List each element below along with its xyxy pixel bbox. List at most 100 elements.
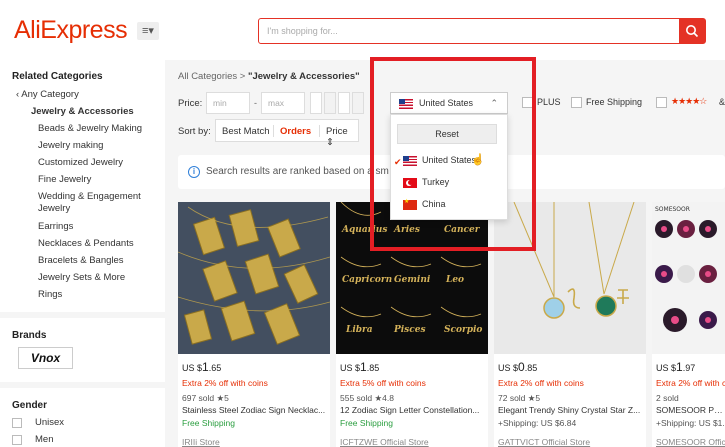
price-dash: -: [254, 98, 257, 108]
category-item-continued[interactable]: Jewelry: [38, 203, 70, 214]
product-card[interactable]: Aquarius Aries Cancer Capricorn Gemini Leo L…: [336, 202, 488, 447]
divider: [319, 125, 320, 137]
any-category-label: Any Category: [21, 89, 79, 100]
product-shipping: +Shipping: US $6.84: [498, 418, 577, 428]
product-discount: Extra 5% off with coins: [340, 378, 426, 388]
sort-price[interactable]: Price ⇕: [326, 126, 358, 148]
hand-cursor-icon: ☝: [471, 154, 485, 166]
svg-text:Aquarius: Aquarius: [341, 225, 387, 235]
unisex-checkbox[interactable]: [12, 418, 22, 428]
reset-button[interactable]: Reset: [397, 124, 497, 144]
product-title[interactable]: Elegant Trendy Shiny Crystal Star Z...: [498, 405, 644, 415]
product-image[interactable]: SOMESOOR: [652, 202, 725, 354]
ship-from-option-turkey[interactable]: Turkey: [403, 177, 449, 188]
price-min-input[interactable]: min: [206, 92, 250, 114]
check-icon: ✔: [394, 157, 402, 167]
product-price: US $1.65: [182, 360, 222, 374]
us-flag-icon: [399, 98, 413, 109]
product-title[interactable]: Stainless Steel Zodiac Sign Necklac...: [182, 405, 328, 415]
breadcrumb-current: "Jewelry & Accessories": [247, 71, 360, 82]
category-item[interactable]: Fine Jewelry: [38, 174, 91, 185]
product-price: US $1.97: [656, 360, 696, 374]
divider: [0, 312, 165, 318]
ship-from-option-united-states[interactable]: United States: [403, 155, 476, 166]
option-label: Turkey: [422, 177, 450, 187]
related-categories-title: Related Categories: [12, 71, 103, 82]
aliexpress-logo[interactable]: AliExpress: [14, 16, 128, 45]
product-store-link[interactable]: ICFTZWE Official Store: [340, 437, 429, 447]
view-toggle[interactable]: [352, 92, 364, 114]
product-shipping: Free Shipping: [340, 418, 393, 428]
product-discount: Extra 2% off with coins: [656, 378, 725, 388]
category-item[interactable]: Earrings: [38, 221, 73, 232]
men-checkbox[interactable]: [12, 435, 22, 445]
chevron-up-icon: ⌃: [490, 98, 498, 108]
price-max-input[interactable]: max: [261, 92, 305, 114]
product-store-link[interactable]: IRIIi Store: [182, 437, 220, 447]
any-category-link[interactable]: ‹ Any Category: [16, 89, 79, 100]
category-item[interactable]: Beads & Jewelry Making: [38, 123, 142, 134]
search-input[interactable]: [267, 23, 667, 39]
product-card[interactable]: US $0.85 Extra 2% off with coins 72 sold…: [494, 202, 646, 447]
rating-suffix: &: [719, 97, 725, 107]
category-item[interactable]: Rings: [38, 289, 62, 300]
product-store-link[interactable]: GATTVICT Official Store: [498, 437, 590, 447]
ship-from-select[interactable]: United States ⌃: [390, 92, 508, 114]
rating-checkbox[interactable]: [656, 97, 667, 108]
view-toggle[interactable]: [310, 92, 322, 114]
product-sold: 697 sold ★5: [182, 393, 229, 403]
brand-vnox-logo[interactable]: Vnox: [18, 347, 73, 369]
category-item[interactable]: Jewelry making: [38, 140, 103, 151]
product-card[interactable]: SOMESOOR US $1.97 Extra 2% off with coin…: [652, 202, 725, 447]
svg-text:Libra: Libra: [345, 325, 373, 335]
option-label: United States: [422, 155, 477, 165]
category-item[interactable]: Wedding & Engagement: [38, 191, 141, 202]
free-shipping-label: Free Shipping: [586, 97, 643, 107]
category-item[interactable]: Bracelets & Bangles: [38, 255, 124, 266]
category-current[interactable]: Jewelry & Accessories: [31, 106, 134, 117]
sort-orders[interactable]: Orders: [280, 126, 311, 137]
plus-checkbox[interactable]: [522, 97, 533, 108]
price-label: Price:: [178, 98, 203, 109]
gender-option-men[interactable]: Men: [35, 434, 53, 445]
svg-text:Leo: Leo: [445, 275, 464, 285]
main-content: All Categories > "Jewelry & Accessories"…: [166, 60, 725, 447]
view-toggle[interactable]: [338, 92, 350, 114]
category-item[interactable]: Necklaces & Pendants: [38, 238, 134, 249]
product-image[interactable]: [494, 202, 646, 354]
free-shipping-checkbox[interactable]: [571, 97, 582, 108]
product-image[interactable]: Aquarius Aries Cancer Capricorn Gemini Leo L…: [336, 202, 488, 354]
ship-from-selected: United States: [419, 98, 474, 108]
left-sidebar: Related Categories ‹ Any Category Jewelr…: [0, 60, 165, 447]
breadcrumb: All Categories > "Jewelry & Accessories": [178, 71, 360, 82]
svg-text:SOMESOOR: SOMESOOR: [655, 206, 690, 213]
ship-from-option-china[interactable]: China: [403, 198, 446, 210]
product-price: US $1.85: [340, 360, 380, 374]
category-item[interactable]: Customized Jewelry: [38, 157, 123, 168]
gender-option-unisex[interactable]: Unisex: [35, 417, 64, 428]
category-menu-button[interactable]: ≡▾: [137, 22, 159, 40]
us-flag-icon: [403, 155, 417, 166]
product-title[interactable]: SOMESOOR Peac: [656, 405, 725, 415]
search-icon: [686, 25, 699, 38]
svg-text:Gemini: Gemini: [394, 275, 431, 285]
star-rating-filter: ★★★★☆: [671, 96, 707, 106]
category-item[interactable]: Jewelry Sets & More: [38, 272, 125, 283]
product-shipping: +Shipping: US $1.: [656, 418, 725, 428]
svg-text:Cancer: Cancer: [444, 225, 481, 235]
svg-text:Pisces: Pisces: [393, 325, 426, 335]
search-button[interactable]: [679, 19, 705, 43]
product-store-link[interactable]: SOMESOOR Offic: [656, 437, 725, 447]
china-flag-icon: [403, 198, 417, 210]
product-shipping: Free Shipping: [182, 418, 235, 428]
view-toggle[interactable]: [324, 92, 336, 114]
product-discount: Extra 2% off with coins: [498, 378, 584, 388]
page: AliExpress ≡▾ Related Categories ‹ Any C…: [0, 0, 725, 447]
header: AliExpress ≡▾: [0, 0, 725, 60]
breadcrumb-root[interactable]: All Categories: [178, 71, 237, 82]
sort-best-match[interactable]: Best Match: [222, 126, 270, 137]
product-image[interactable]: [178, 202, 330, 354]
product-card[interactable]: US $1.65 Extra 2% off with coins 697 sol…: [178, 202, 330, 447]
product-title[interactable]: 12 Zodiac Sign Letter Constellation...: [340, 405, 486, 415]
svg-text:Aries: Aries: [393, 225, 420, 235]
